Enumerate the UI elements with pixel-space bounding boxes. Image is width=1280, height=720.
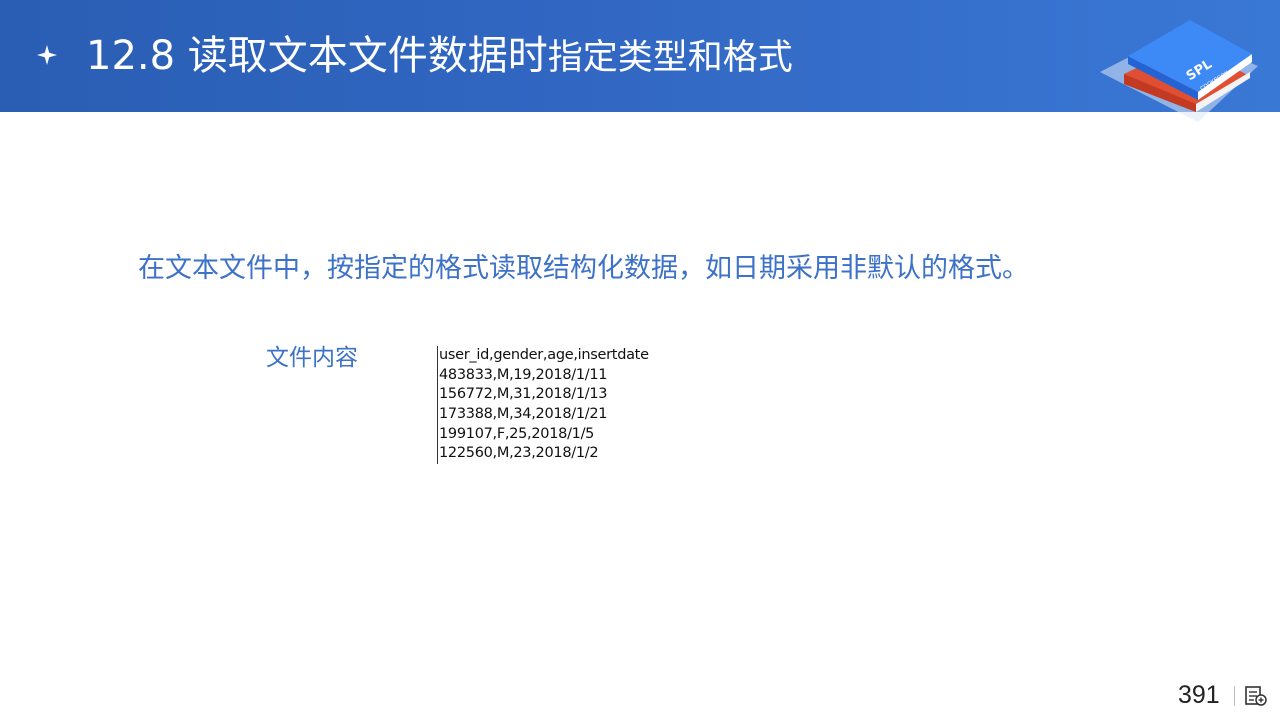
file-content-label: 文件内容 xyxy=(266,345,358,371)
file-line: 156772,M,31,2018/1/13 xyxy=(439,386,608,403)
slide: 12.8 读取文本文件数据时指定类型和格式 SPL COOKBOOK 在文本文件… xyxy=(0,0,1280,720)
four-point-star-icon xyxy=(37,45,57,65)
slide-title-tail: 指定类型和格式 xyxy=(547,38,793,78)
file-line: 173388,M,34,2018/1/21 xyxy=(439,406,608,423)
file-line: 483833,M,19,2018/1/11 xyxy=(439,366,608,383)
slide-title-main: 12.8 读取文本文件数据时 xyxy=(86,33,548,79)
file-line: 122560,M,23,2018/1/2 xyxy=(439,445,599,462)
file-line: 199107,F,25,2018/1/5 xyxy=(439,425,595,442)
footer-divider xyxy=(1234,686,1235,706)
notes-icon[interactable] xyxy=(1244,685,1268,707)
file-content-box: user_id,gender,age,insertdate 483833,M,1… xyxy=(437,346,719,465)
spl-cookbook-book-icon: SPL COOKBOOK xyxy=(1100,20,1258,122)
page-number: 391 xyxy=(1178,681,1220,709)
file-line-header: user_id,gender,age,insertdate xyxy=(439,347,649,363)
intro-text: 在文本文件中，按指定的格式读取结构化数据，如日期采用非默认的格式。 xyxy=(138,253,1029,284)
title-bar: 12.8 读取文本文件数据时指定类型和格式 SPL COOKBOOK xyxy=(0,0,1280,122)
slide-title: 12.8 读取文本文件数据时指定类型和格式 xyxy=(86,28,793,84)
